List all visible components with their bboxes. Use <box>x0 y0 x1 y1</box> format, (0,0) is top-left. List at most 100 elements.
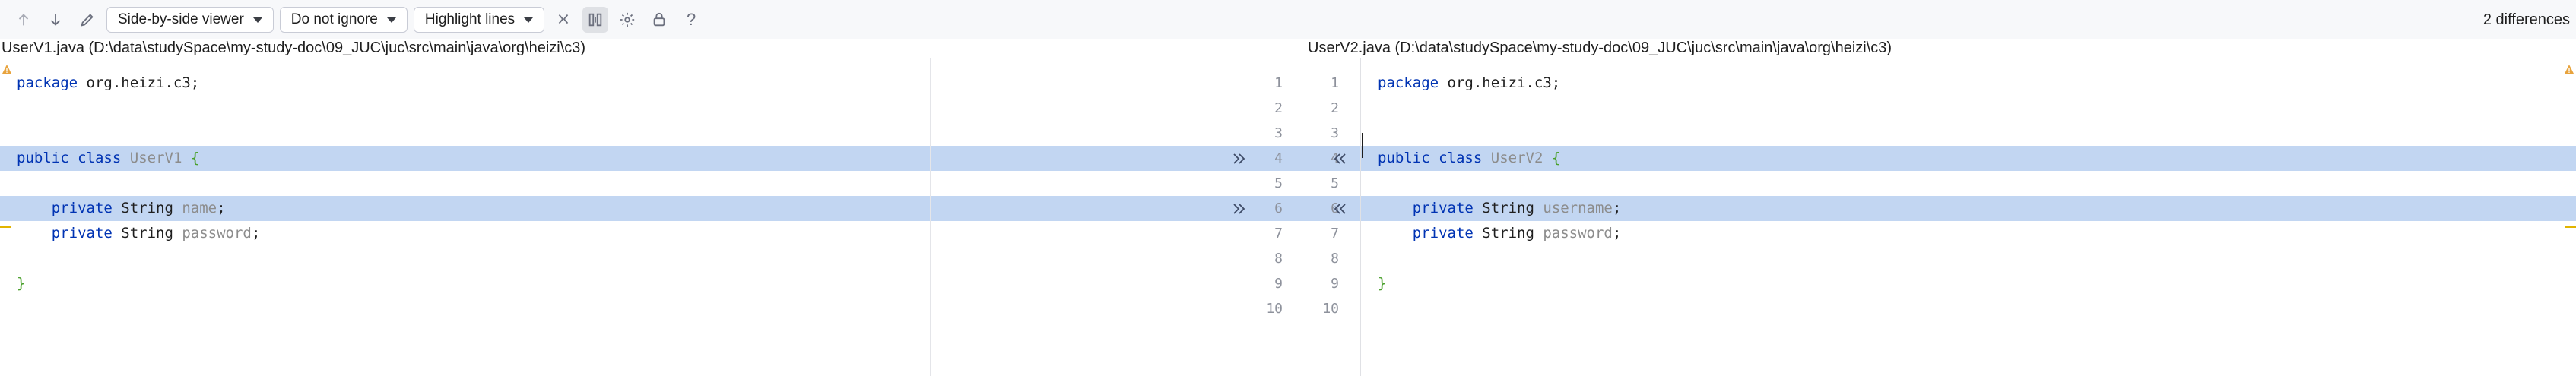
code-line[interactable] <box>0 96 1217 121</box>
right-editor[interactable]: } private String password; private Strin… <box>1361 58 2576 376</box>
code-line[interactable]: } <box>1361 271 2576 296</box>
code-token: private <box>1412 200 1474 216</box>
left-line-number: 10 <box>1266 301 1283 317</box>
code-token: String <box>112 200 182 216</box>
ignore-policy-dropdown[interactable]: Do not ignore <box>279 7 408 33</box>
change-marker[interactable] <box>2565 226 2576 228</box>
code-text: private String name; <box>17 196 226 221</box>
gutter-row: 66 <box>1217 196 1360 221</box>
diff-gutter: 1 1 2 2 3 3 4 4 5 5 6 6 7 7 8 8 9 9 10 10 <box>1217 58 1360 376</box>
edit-source-button[interactable] <box>75 7 100 33</box>
code-line[interactable]: package org.heizi.c3; <box>1361 71 2576 96</box>
synchronize-scrolling-button[interactable] <box>582 7 609 33</box>
warning-icon[interactable] <box>2564 64 2574 74</box>
change-marker[interactable] <box>2565 201 2576 202</box>
code-token: private <box>1412 225 1474 242</box>
double-chevron-left-icon[interactable] <box>1331 201 1348 217</box>
code-token: ; <box>251 225 261 242</box>
diff-toolbar: Side-by-side viewer Do not ignore Highli… <box>0 0 2576 39</box>
help-button[interactable]: ? <box>678 7 704 33</box>
change-marker[interactable] <box>2565 150 2576 152</box>
collapse-icon <box>558 14 569 24</box>
left-file-header: UserV1.java (D:\data\studySpace\my-study… <box>2 39 586 56</box>
code-line[interactable]: private String password; <box>0 221 1217 246</box>
code-token: { <box>1551 150 1561 166</box>
double-chevron-right-icon[interactable] <box>1231 150 1248 167</box>
code-line[interactable] <box>1361 121 2576 146</box>
right-line-number: 1 <box>1331 75 1339 91</box>
gutter-row: 55 <box>1217 171 1360 196</box>
code-token: String <box>1473 200 1543 216</box>
collapse-unchanged-button[interactable] <box>550 7 576 33</box>
highlight-mode-dropdown[interactable]: Highlight lines <box>413 7 545 33</box>
code-token: ; <box>217 200 226 216</box>
chevron-down-icon <box>386 17 396 23</box>
right-file-header: UserV2.java (D:\data\studySpace\my-study… <box>1308 39 1892 56</box>
gutter-row: 22 <box>1217 96 1360 121</box>
warning-icon[interactable] <box>2 64 12 74</box>
left-line-number: 2 <box>1274 100 1283 116</box>
previous-difference-button[interactable] <box>11 7 36 33</box>
highlight-mode-label: Highlight lines <box>424 11 516 27</box>
code-line[interactable] <box>0 246 1217 271</box>
lock-button[interactable] <box>646 7 672 33</box>
code-line[interactable] <box>1361 246 2576 271</box>
code-line[interactable] <box>0 121 1217 146</box>
left-line-number: 5 <box>1274 175 1283 191</box>
chevron-down-icon <box>252 17 262 23</box>
code-line[interactable]: private String username; <box>1361 196 2576 221</box>
code-token: String <box>112 225 182 242</box>
code-line[interactable] <box>0 171 1217 196</box>
pencil-icon <box>81 14 94 27</box>
code-text: private String password; <box>17 221 261 246</box>
gutter-row: 44 <box>1217 146 1360 171</box>
double-chevron-right-icon[interactable] <box>1231 201 1248 217</box>
code-line[interactable] <box>1361 171 2576 196</box>
code-line[interactable]: public class UserV2 { <box>1361 146 2576 171</box>
change-marker[interactable] <box>0 201 11 202</box>
viewer-mode-dropdown[interactable]: Side-by-side viewer <box>106 7 274 33</box>
arrow-down-icon <box>50 14 61 26</box>
code-line[interactable]: public class UserV1 { <box>0 146 1217 171</box>
change-marker[interactable] <box>0 150 11 152</box>
left-line-number: 4 <box>1274 150 1283 166</box>
code-line[interactable]: } <box>0 271 1217 296</box>
left-editor[interactable]: } private String password; private Strin… <box>0 58 1217 376</box>
left-line-number: 8 <box>1274 251 1283 267</box>
gutter-row: 33 <box>1217 121 1360 146</box>
code-line[interactable]: private String name; <box>0 196 1217 221</box>
code-token: UserV2 <box>1490 150 1543 166</box>
code-line[interactable] <box>1361 296 2576 321</box>
next-difference-button[interactable] <box>43 7 68 33</box>
code-text: } <box>17 271 25 296</box>
settings-button[interactable] <box>614 7 640 33</box>
code-text: package org.heizi.c3; <box>17 71 199 96</box>
left-line-number: 3 <box>1274 125 1283 141</box>
code-token: package <box>1378 74 1439 91</box>
change-marker[interactable] <box>0 226 11 228</box>
right-line-number: 7 <box>1331 226 1339 242</box>
code-line[interactable] <box>0 296 1217 321</box>
gutter-row: 88 <box>1217 246 1360 271</box>
right-line-number: 2 <box>1331 100 1339 116</box>
gear-icon <box>620 12 635 27</box>
code-text: public class UserV2 { <box>1378 146 1560 171</box>
code-text: public class UserV1 { <box>17 146 199 171</box>
code-line[interactable] <box>1361 96 2576 121</box>
sync-scroll-icon <box>588 13 602 27</box>
code-token: ; <box>1612 200 1622 216</box>
left-line-number: 9 <box>1274 276 1283 292</box>
right-line-number: 8 <box>1331 251 1339 267</box>
code-line[interactable]: package org.heizi.c3; <box>0 71 1217 96</box>
code-line[interactable]: private String password; <box>1361 221 2576 246</box>
double-chevron-left-icon[interactable] <box>1331 150 1348 167</box>
code-token: UserV1 <box>129 150 182 166</box>
code-token: ; <box>1612 225 1622 242</box>
code-text: private String username; <box>1378 196 1622 221</box>
code-token: } <box>17 275 26 292</box>
